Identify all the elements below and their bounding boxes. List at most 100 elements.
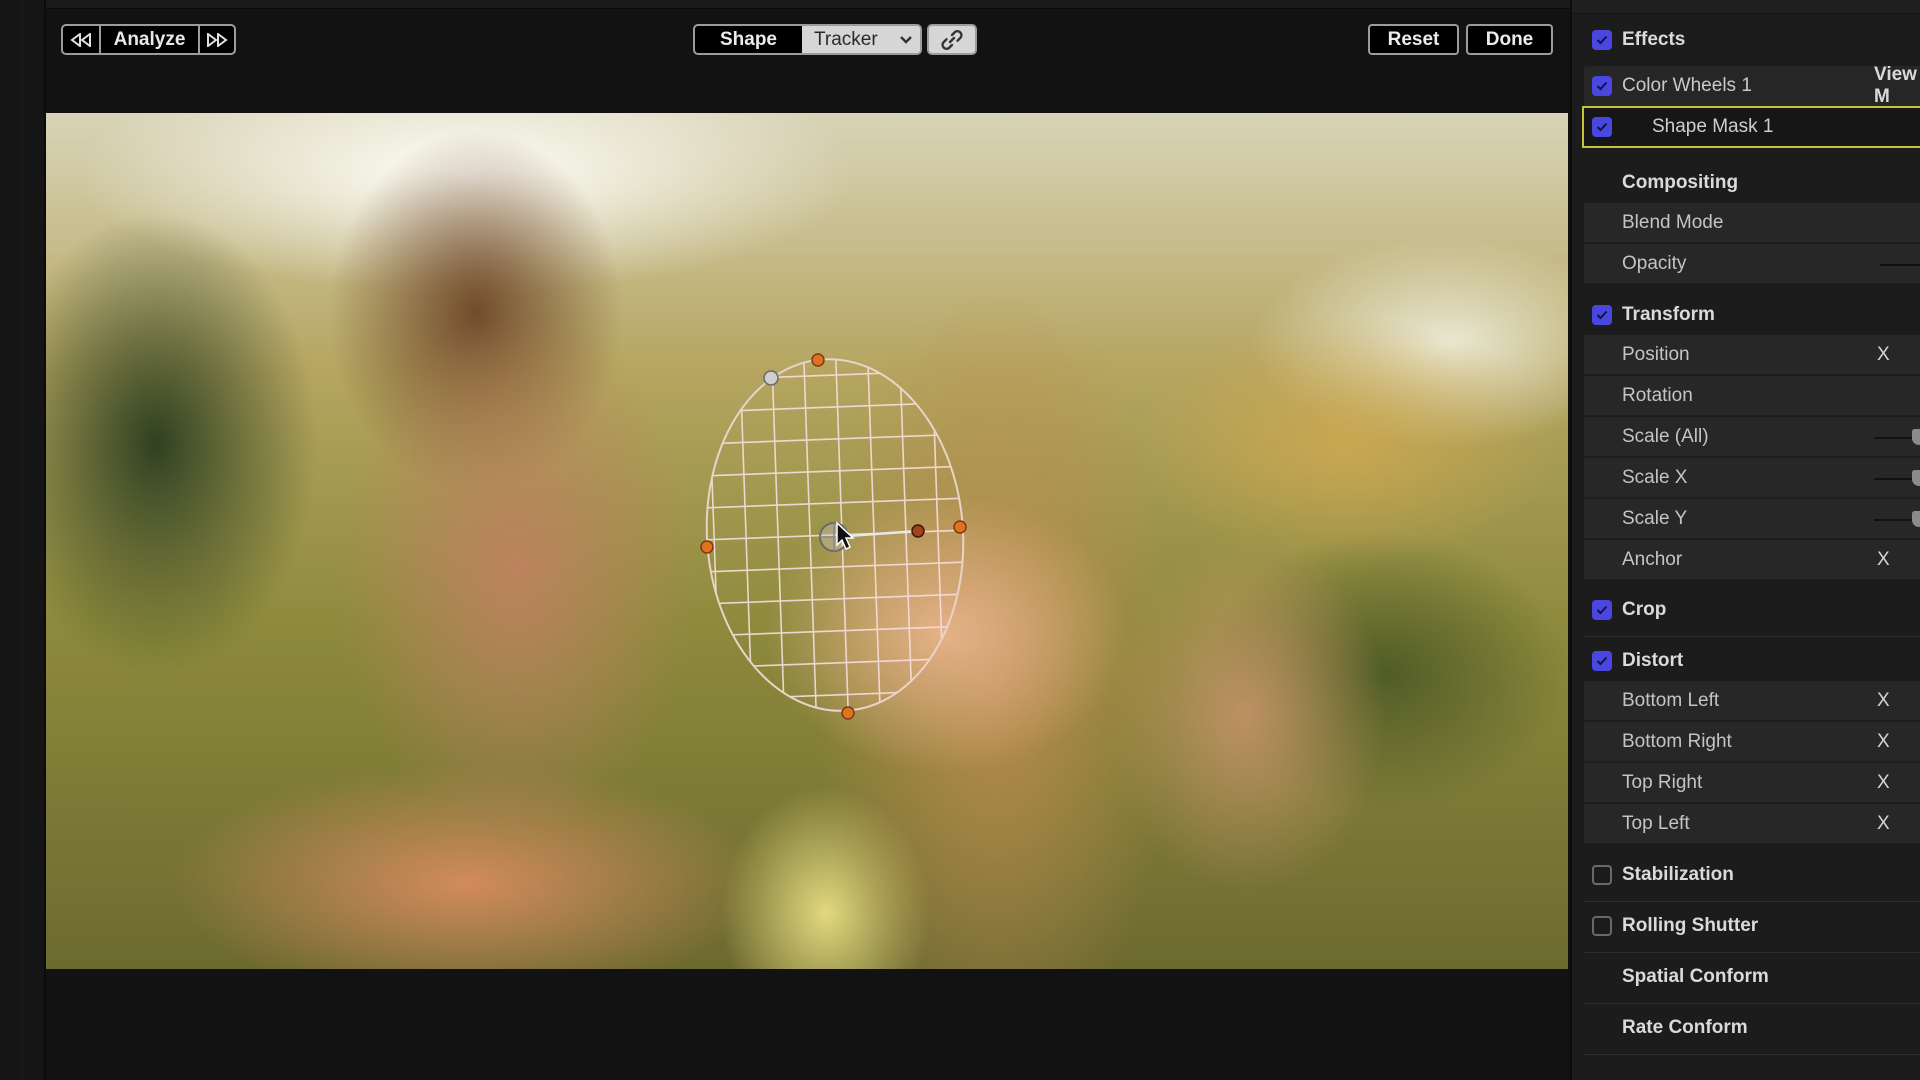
mask-rotation-handle[interactable] [911, 524, 925, 538]
mask-handle-right[interactable] [953, 520, 967, 534]
slider-thumb[interactable] [1912, 510, 1920, 527]
video-inspector: Effects Color Wheels 1 View M Shape Mask… [1570, 0, 1920, 1080]
rolling-shutter-header[interactable]: Rolling Shutter [1584, 906, 1920, 946]
rotation-label: Rotation [1622, 384, 1693, 406]
rate-conform-label: Rate Conform [1622, 1017, 1748, 1038]
divider [1584, 952, 1920, 953]
bottom-left-row[interactable]: Bottom Left X [1584, 681, 1920, 721]
position-label: Position [1622, 343, 1690, 365]
tracker-label: Tracker [814, 28, 878, 50]
mask-handle-left[interactable] [700, 540, 714, 554]
link-icon [941, 29, 963, 50]
mask-grid-line [695, 464, 975, 478]
shape-button[interactable]: Shape [695, 26, 802, 53]
compositing-header[interactable]: Compositing [1584, 163, 1920, 203]
slider-thumb[interactable] [1912, 469, 1920, 486]
top-left-row[interactable]: Top Left X [1584, 804, 1920, 844]
top-right-row[interactable]: Top Right X [1584, 763, 1920, 803]
distort-header[interactable]: Distort [1584, 641, 1920, 681]
shape-mask-overlay[interactable] [46, 113, 1568, 969]
crop-header[interactable]: Crop [1584, 590, 1920, 630]
distort-label: Distort [1622, 650, 1684, 671]
top-left-x-label: X [1877, 812, 1890, 834]
top-left-label: Top Left [1622, 812, 1690, 834]
divider [1584, 1054, 1920, 1055]
mask-grid-line [695, 400, 975, 414]
color-wheels-checkbox[interactable] [1592, 76, 1612, 96]
color-wheels-row[interactable]: Color Wheels 1 View M [1584, 64, 1920, 108]
stabilization-label: Stabilization [1622, 864, 1734, 885]
shape-mask-checkbox[interactable] [1592, 117, 1612, 137]
chevron-down-icon [892, 35, 920, 45]
opacity-slider[interactable] [1880, 263, 1920, 266]
mask-grid-line [706, 350, 722, 720]
divider [1584, 1003, 1920, 1004]
video-frame[interactable] [46, 113, 1568, 969]
mask-grid-line [770, 350, 786, 720]
analyze-forward-button[interactable] [198, 26, 234, 53]
opacity-row[interactable]: Opacity [1584, 244, 1920, 284]
shape-mask-row[interactable]: Shape Mask 1 [1582, 106, 1920, 148]
mask-grid-line [675, 335, 689, 735]
bottom-left-x-label: X [1877, 689, 1890, 711]
rolling-shutter-checkbox[interactable] [1592, 916, 1612, 936]
mask-grid-line [675, 337, 995, 349]
bottom-right-x-label: X [1877, 730, 1890, 752]
fast-forward-icon [207, 32, 228, 47]
position-x-label: X [1877, 343, 1890, 365]
rate-conform-header[interactable]: Rate Conform [1584, 1008, 1920, 1048]
shape-tracker-toggle: Shape Tracker [693, 24, 922, 55]
link-button[interactable] [927, 24, 977, 55]
crop-label: Crop [1622, 599, 1667, 620]
mask-grid-line [738, 350, 754, 720]
effects-checkbox[interactable] [1592, 30, 1612, 50]
scale-all-slider[interactable] [1874, 428, 1920, 445]
transform-checkbox[interactable] [1592, 305, 1612, 325]
slider-thumb[interactable] [1912, 428, 1920, 445]
mask-roundness-handle[interactable] [763, 370, 779, 386]
analyze-button[interactable]: Analyze [99, 26, 198, 53]
scale-x-slider[interactable] [1874, 469, 1920, 486]
scale-all-row[interactable]: Scale (All) [1584, 417, 1920, 457]
viewer: Analyze Shape Tracker Reset Done [46, 0, 1570, 1080]
blend-mode-label: Blend Mode [1622, 211, 1724, 233]
bottom-left-label: Bottom Left [1622, 689, 1720, 711]
tracker-dropdown[interactable]: Tracker [802, 26, 920, 53]
scale-x-row[interactable]: Scale X [1584, 458, 1920, 498]
top-right-label: Top Right [1622, 771, 1703, 793]
mask-grid-line [930, 350, 946, 720]
mask-handle-top[interactable] [811, 353, 825, 367]
scale-y-slider[interactable] [1874, 510, 1920, 527]
mask-grid-line [695, 656, 975, 670]
spatial-conform-header[interactable]: Spatial Conform [1584, 957, 1920, 997]
effects-header[interactable]: Effects [1584, 20, 1920, 60]
divider [1584, 636, 1920, 637]
bottom-right-row[interactable]: Bottom Right X [1584, 722, 1920, 762]
done-button[interactable]: Done [1466, 24, 1553, 55]
distort-checkbox[interactable] [1592, 651, 1612, 671]
position-row[interactable]: Position X [1584, 335, 1920, 375]
reset-button[interactable]: Reset [1368, 24, 1459, 55]
scale-x-label: Scale X [1622, 466, 1688, 488]
mask-grid-line [695, 560, 975, 574]
anchor-row[interactable]: Anchor X [1584, 540, 1920, 580]
analyze-backward-button[interactable] [63, 26, 99, 53]
mask-grid-line [962, 350, 975, 720]
stabilization-header[interactable]: Stabilization [1584, 855, 1920, 895]
mask-grid-line [695, 368, 975, 382]
view-masks-button[interactable]: View M [1874, 64, 1920, 108]
left-sidebar-strip [0, 0, 46, 1080]
viewer-top-border [46, 0, 1570, 9]
crop-checkbox[interactable] [1592, 600, 1612, 620]
mask-grid-line [695, 688, 975, 702]
stabilization-checkbox[interactable] [1592, 865, 1612, 885]
analyze-controls: Analyze [61, 24, 236, 55]
rotation-row[interactable]: Rotation [1584, 376, 1920, 416]
mask-handle-bottom[interactable] [841, 706, 855, 720]
transform-header[interactable]: Transform [1584, 295, 1920, 335]
mask-grid-line [1027, 335, 1041, 735]
scale-y-row[interactable]: Scale Y [1584, 499, 1920, 539]
mask-grid-line [995, 335, 1009, 735]
scale-all-label: Scale (All) [1622, 425, 1709, 447]
blend-mode-row[interactable]: Blend Mode [1584, 203, 1920, 243]
